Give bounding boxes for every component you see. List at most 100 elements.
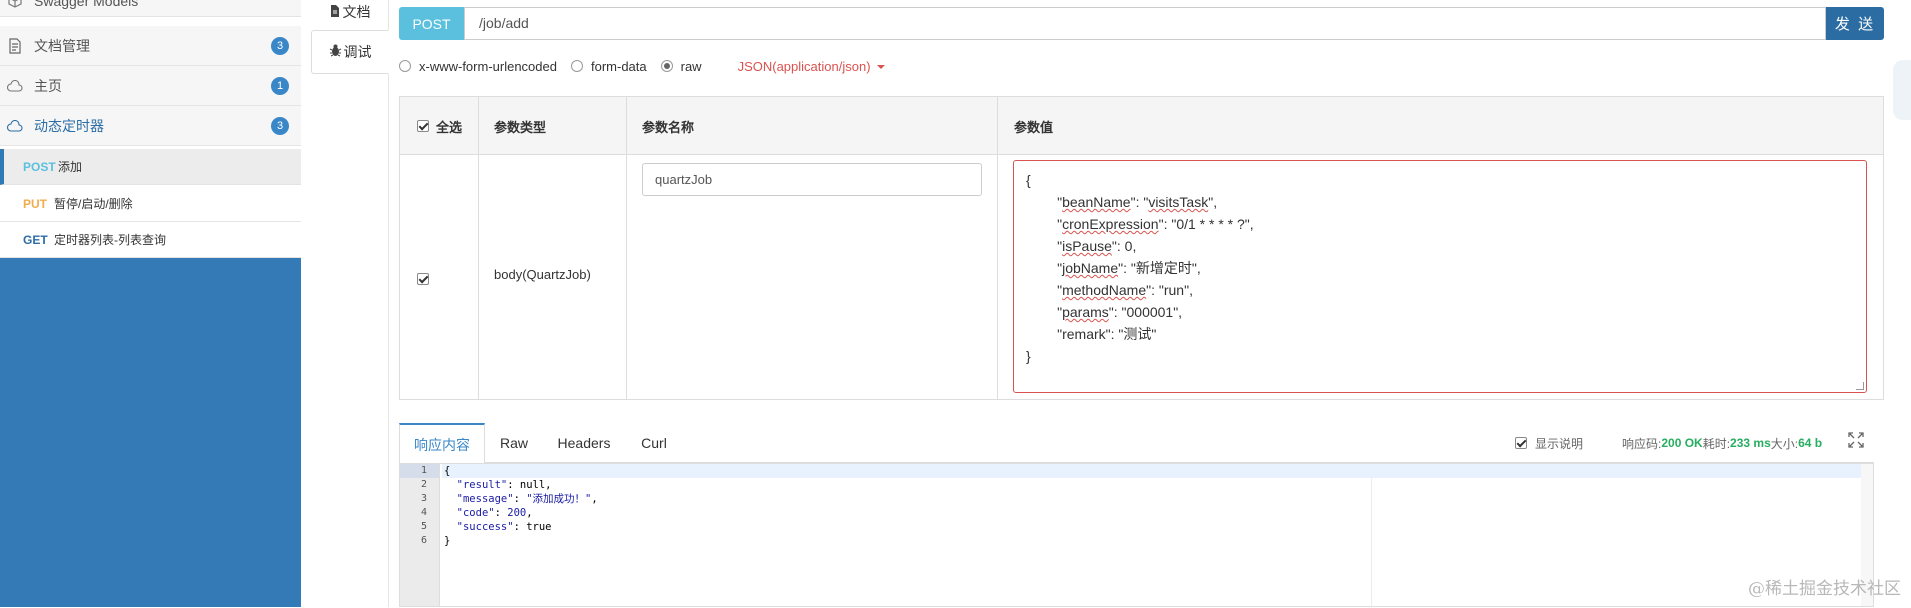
tab-raw[interactable]: Raw	[485, 423, 543, 463]
radio-raw[interactable]: raw	[660, 59, 702, 74]
resize-handle[interactable]	[1856, 382, 1864, 390]
radio-circle[interactable]	[660, 60, 673, 72]
line-number: 3	[420, 493, 427, 504]
content-type-dropdown[interactable]: JSON(application/json)	[738, 59, 885, 74]
sidebar: Swagger Models 文档管理 3 主页 1 动态定时器 3 POST …	[0, 0, 301, 607]
method-label: PUT	[23, 196, 47, 211]
json-line: "cronExpression": "0/1 * * * * ?",	[1026, 216, 1254, 232]
endpoint-post-add[interactable]: POST 添加	[0, 149, 301, 185]
count-badge: 1	[271, 77, 289, 95]
method-label: POST	[23, 159, 56, 174]
line-number: 1	[400, 464, 439, 478]
tab-doc[interactable]: 文档	[311, 0, 389, 34]
json-line: "jobName": "新增定时",	[1026, 260, 1201, 276]
code-line: "message": "添加成功！",	[456, 493, 598, 505]
radio-circle[interactable]	[570, 60, 583, 72]
endpoint-label: 添加	[58, 160, 83, 174]
sidebar-item-doc-manage[interactable]: 文档管理 3	[0, 26, 301, 66]
endpoint-get-list[interactable]: GET 定时器列表-列表查询	[0, 222, 301, 258]
endpoint-put-pause[interactable]: PUT 暂停/启动/删除	[0, 186, 301, 222]
tab-curl[interactable]: Curl	[625, 423, 683, 463]
tab-label: 调试	[343, 44, 372, 60]
header-select-all[interactable]: 全选	[417, 97, 462, 155]
sidebar-item-label: Swagger Models	[34, 0, 139, 9]
method-label: GET	[23, 232, 48, 247]
time-label: 耗时:	[1702, 436, 1731, 451]
json-line: "remark": "测试"	[1026, 326, 1157, 342]
sidebar-item-swagger-models[interactable]: Swagger Models	[0, 0, 301, 17]
response-status-info: 响应码: 200 OK 耗时: 233 ms 大小: 64 b	[1622, 433, 1822, 453]
radio-label: x-www-form-urlencoded	[419, 58, 557, 74]
send-button[interactable]: 发 送	[1826, 7, 1884, 40]
code-line: "result": null,	[456, 479, 552, 491]
tab-label: 文档	[342, 4, 371, 20]
sidebar-item-label: 主页	[34, 77, 62, 94]
sidebar-item-label: 动态定时器	[34, 117, 104, 134]
size-label: 大小:	[1770, 436, 1799, 451]
sidebar-item-dynamic-timer[interactable]: 动态定时器 3	[0, 106, 301, 146]
code-line: "code": 200,	[456, 507, 533, 519]
caret-down-icon	[876, 65, 885, 70]
watermark: @稀土掘金技术社区	[1748, 579, 1901, 599]
show-description-toggle[interactable]: 显示说明	[1515, 433, 1583, 453]
code-line: }	[444, 535, 451, 547]
status-label: 响应码:	[1622, 436, 1662, 451]
radio-urlencoded[interactable]: x-www-form-urlencoded	[399, 59, 557, 74]
json-line: {	[1026, 172, 1031, 188]
json-body-textarea[interactable]: { "beanName": "visitsTask", "cronExpress…	[1013, 160, 1867, 393]
header-param-type: 参数类型	[494, 119, 547, 135]
doc-debug-tabs: 文档 调试	[301, 0, 389, 607]
tab-response-content[interactable]: 响应内容	[399, 423, 485, 464]
param-name-input[interactable]: quartzJob	[642, 163, 982, 196]
show-description-label: 显示说明	[1535, 436, 1584, 451]
body-type-radios: x-www-form-urlencoded form-data raw JSON…	[399, 56, 885, 76]
json-line: "beanName": "visitsTask",	[1026, 194, 1218, 210]
url-input[interactable]: /job/add	[464, 7, 1826, 40]
header-param-name: 参数名称	[642, 119, 695, 135]
line-number: 4	[420, 507, 427, 518]
endpoint-label: 暂停/启动/删除	[54, 197, 133, 211]
show-description-checkbox[interactable]	[1515, 437, 1527, 449]
cloud-icon	[6, 117, 24, 135]
header-label: 全选	[436, 119, 463, 135]
sidebar-item-label: 文档管理	[34, 37, 90, 54]
status-value: 200 OK	[1661, 436, 1703, 450]
time-value: 233 ms	[1730, 436, 1771, 450]
code-line: {	[442, 464, 1862, 478]
tab-headers[interactable]: Headers	[543, 423, 625, 463]
line-number-gutter: 1 2 3 4 5 6	[400, 464, 440, 606]
fullscreen-icon[interactable]	[1848, 432, 1864, 453]
line-number: 2	[420, 479, 427, 490]
count-badge: 3	[271, 37, 289, 55]
row-checkbox[interactable]	[417, 273, 429, 285]
radio-circle[interactable]	[399, 60, 411, 72]
count-badge: 3	[271, 117, 289, 135]
http-method-badge: POST	[399, 7, 464, 40]
file-icon	[330, 4, 340, 20]
cloud-icon	[6, 77, 24, 95]
tab-debug[interactable]: 调试	[311, 30, 389, 74]
line-number: 5	[420, 521, 427, 532]
line-number: 6	[420, 535, 427, 546]
endpoint-label: 定时器列表-列表查询	[54, 233, 166, 247]
document-icon	[6, 37, 24, 55]
param-type-value: body(QuartzJob)	[494, 267, 591, 282]
select-all-checkbox[interactable]	[417, 120, 429, 132]
sidebar-item-home[interactable]: 主页 1	[0, 66, 301, 106]
side-scroll-handle[interactable]	[1893, 60, 1911, 120]
json-line: }	[1026, 348, 1031, 364]
response-code-editor[interactable]: 1 2 3 4 5 6 { "result": null, "message":…	[399, 463, 1874, 608]
size-value: 64 b	[1798, 436, 1823, 450]
code-line: "success": true	[456, 521, 552, 533]
print-margin	[1371, 478, 1372, 608]
sidebar-empty-area	[0, 258, 301, 607]
content-type-label: JSON(application/json)	[737, 58, 871, 74]
json-line: "methodName": "run",	[1026, 282, 1193, 298]
code-content: { "result": null, "message": "添加成功！", "c…	[442, 464, 1862, 548]
cube-icon	[6, 0, 24, 10]
json-line: "isPause": 0,	[1026, 238, 1137, 254]
json-line: "params": "000001",	[1026, 304, 1183, 320]
radio-form-data[interactable]: form-data	[570, 58, 647, 74]
radio-label: form-data	[590, 58, 647, 74]
header-param-value: 参数值	[1014, 119, 1054, 135]
